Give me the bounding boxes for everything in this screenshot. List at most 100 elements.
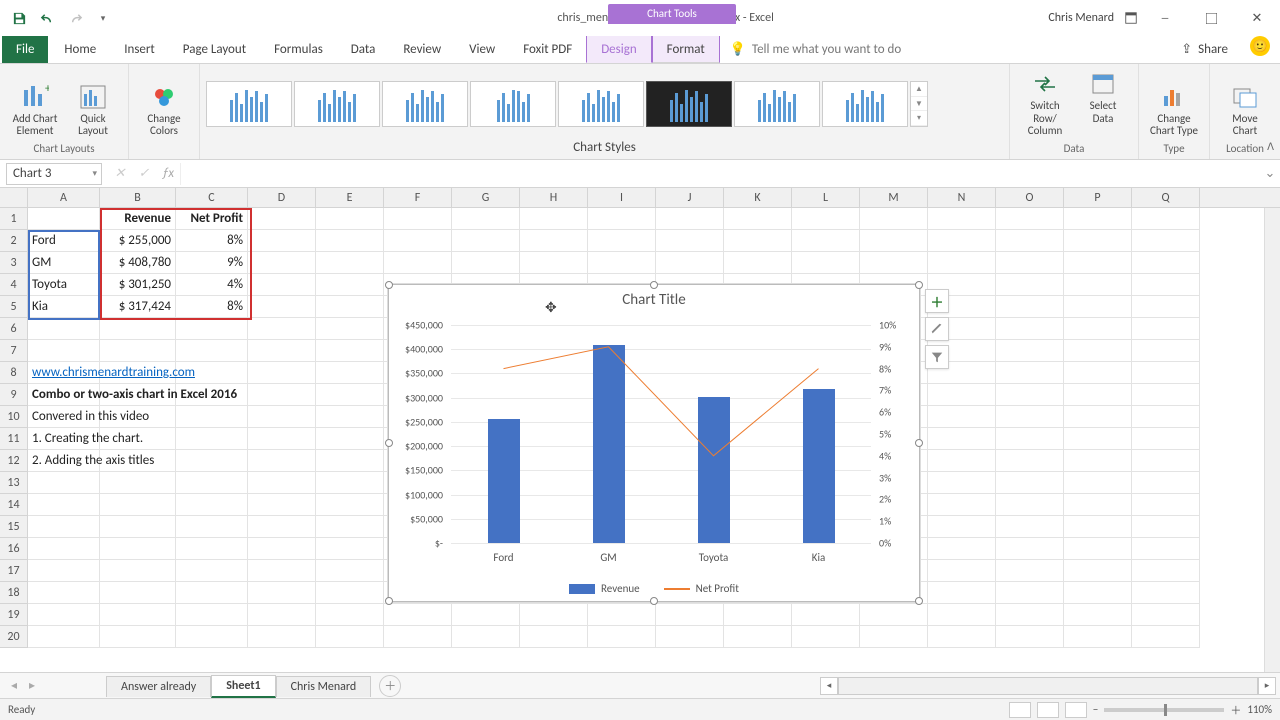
cell-B15[interactable] [100, 516, 176, 538]
cell-A17[interactable] [28, 560, 100, 582]
cell-A2[interactable]: Ford [28, 230, 100, 252]
cell-I3[interactable] [588, 252, 656, 274]
cell-Q18[interactable] [1132, 582, 1200, 604]
undo-icon[interactable] [34, 5, 60, 31]
cell-I1[interactable] [588, 208, 656, 230]
cell-D11[interactable] [248, 428, 316, 450]
cell-C1[interactable]: Net Profit [176, 208, 248, 230]
col-head-J[interactable]: J [656, 188, 724, 207]
row-head-20[interactable]: 20 [0, 626, 28, 648]
cell-D4[interactable] [248, 274, 316, 296]
share-button[interactable]: ⇪ Share [1169, 36, 1240, 63]
tab-formulas[interactable]: Formulas [260, 36, 337, 63]
cell-K19[interactable] [724, 604, 792, 626]
row-head-19[interactable]: 19 [0, 604, 28, 626]
cell-B4[interactable]: $ 301,250 [100, 274, 176, 296]
cell-A14[interactable] [28, 494, 100, 516]
cell-O19[interactable] [996, 604, 1064, 626]
cell-K3[interactable] [724, 252, 792, 274]
cell-N1[interactable] [928, 208, 996, 230]
tab-format[interactable]: Format [652, 36, 720, 63]
cell-N11[interactable] [928, 428, 996, 450]
sheet-nav[interactable]: ◂▸ [0, 678, 46, 693]
cell-O8[interactable] [996, 362, 1064, 384]
col-head-D[interactable]: D [248, 188, 316, 207]
cell-D5[interactable] [248, 296, 316, 318]
tab-insert[interactable]: Insert [110, 36, 169, 63]
tab-home[interactable]: Home [50, 36, 110, 63]
close-icon[interactable]: ✕ [1234, 0, 1280, 36]
cell-Q11[interactable] [1132, 428, 1200, 450]
cell-H1[interactable] [520, 208, 588, 230]
chart-style-1[interactable] [206, 81, 292, 127]
cell-G3[interactable] [452, 252, 520, 274]
chart-style-7[interactable] [734, 81, 820, 127]
cell-E5[interactable] [316, 296, 384, 318]
row-head-1[interactable]: 1 [0, 208, 28, 230]
chart-style-6[interactable] [646, 81, 732, 127]
row-head-17[interactable]: 17 [0, 560, 28, 582]
cell-C10[interactable] [176, 406, 248, 428]
cell-E16[interactable] [316, 538, 384, 560]
cell-B3[interactable]: $ 408,780 [100, 252, 176, 274]
cell-A1[interactable] [28, 208, 100, 230]
cell-A20[interactable] [28, 626, 100, 648]
chart-plot-area[interactable] [451, 325, 871, 543]
cell-B5[interactable]: $ 317,424 [100, 296, 176, 318]
cell-D3[interactable] [248, 252, 316, 274]
cell-B17[interactable] [100, 560, 176, 582]
cell-P2[interactable] [1064, 230, 1132, 252]
cell-M1[interactable] [860, 208, 928, 230]
cell-Q13[interactable] [1132, 472, 1200, 494]
cell-N19[interactable] [928, 604, 996, 626]
cell-Q8[interactable] [1132, 362, 1200, 384]
cell-O15[interactable] [996, 516, 1064, 538]
cell-D9[interactable] [248, 384, 316, 406]
cell-O13[interactable] [996, 472, 1064, 494]
zoom-in-icon[interactable]: ＋ [1230, 702, 1241, 718]
cell-P1[interactable] [1064, 208, 1132, 230]
cell-P19[interactable] [1064, 604, 1132, 626]
cell-P13[interactable] [1064, 472, 1132, 494]
cell-N12[interactable] [928, 450, 996, 472]
cell-Q3[interactable] [1132, 252, 1200, 274]
qat-customize-icon[interactable]: ▾ [90, 5, 116, 31]
cell-D2[interactable] [248, 230, 316, 252]
change-colors-button[interactable]: Change Colors [137, 83, 191, 138]
cell-D12[interactable] [248, 450, 316, 472]
cell-N16[interactable] [928, 538, 996, 560]
cell-J20[interactable] [656, 626, 724, 648]
col-head-F[interactable]: F [384, 188, 452, 207]
cell-I19[interactable] [588, 604, 656, 626]
cell-C18[interactable] [176, 582, 248, 604]
name-box[interactable]: Chart 3 [6, 163, 102, 185]
view-page-break-icon[interactable] [1065, 702, 1087, 718]
chart-style-5[interactable] [558, 81, 644, 127]
chart-style-2[interactable] [294, 81, 380, 127]
resize-handle-s[interactable] [650, 597, 658, 605]
cell-B20[interactable] [100, 626, 176, 648]
cell-E14[interactable] [316, 494, 384, 516]
cell-G2[interactable] [452, 230, 520, 252]
ribbon-options-icon[interactable] [1122, 9, 1140, 27]
cell-D8[interactable] [248, 362, 316, 384]
row-head-6[interactable]: 6 [0, 318, 28, 340]
cell-Q19[interactable] [1132, 604, 1200, 626]
cell-O3[interactable] [996, 252, 1064, 274]
cell-P4[interactable] [1064, 274, 1132, 296]
col-head-B[interactable]: B [100, 188, 176, 207]
cell-O12[interactable] [996, 450, 1064, 472]
cell-G20[interactable] [452, 626, 520, 648]
cell-L1[interactable] [792, 208, 860, 230]
cell-N2[interactable] [928, 230, 996, 252]
cell-C12[interactable] [176, 450, 248, 472]
col-head-M[interactable]: M [860, 188, 928, 207]
cell-C19[interactable] [176, 604, 248, 626]
col-head-E[interactable]: E [316, 188, 384, 207]
maximize-icon[interactable] [1188, 0, 1234, 36]
cell-E11[interactable] [316, 428, 384, 450]
row-head-4[interactable]: 4 [0, 274, 28, 296]
cell-M2[interactable] [860, 230, 928, 252]
cell-M19[interactable] [860, 604, 928, 626]
vertical-scrollbar[interactable] [1264, 208, 1280, 672]
